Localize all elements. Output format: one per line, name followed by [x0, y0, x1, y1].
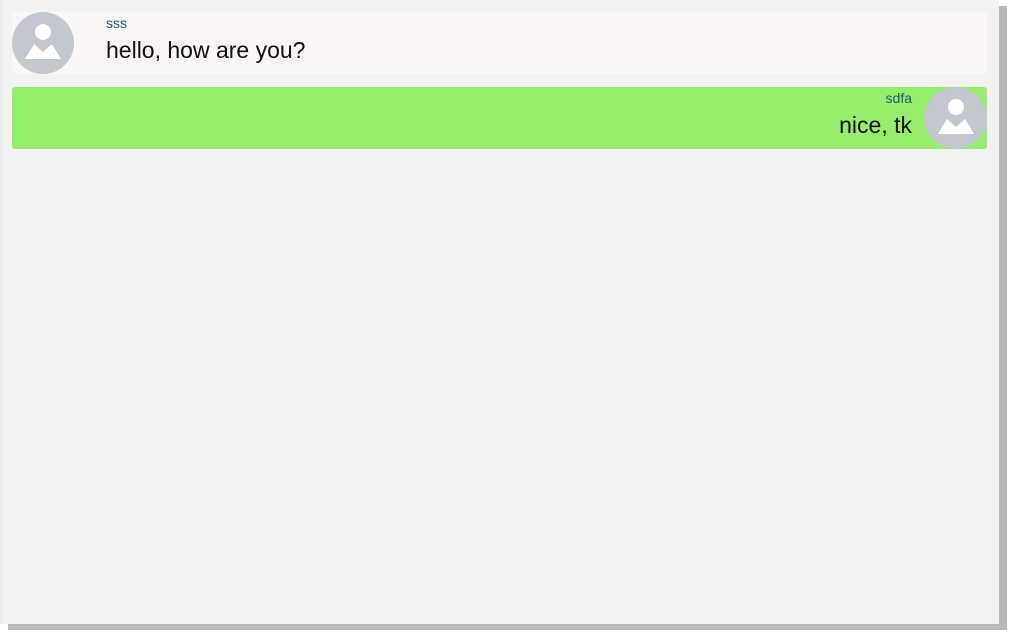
message-author: sdfa	[885, 90, 912, 106]
user-avatar-icon	[925, 87, 987, 149]
message-received: sss hello, how are you?	[12, 12, 987, 74]
message-author: sss	[106, 15, 127, 31]
message-text: nice, tk	[839, 112, 912, 138]
message-text: hello, how are you?	[106, 37, 306, 63]
chat-panel: sss hello, how are you? sdfa nice, tk	[0, 0, 999, 624]
message-sent: sdfa nice, tk	[12, 87, 987, 149]
user-avatar-icon	[12, 12, 74, 74]
